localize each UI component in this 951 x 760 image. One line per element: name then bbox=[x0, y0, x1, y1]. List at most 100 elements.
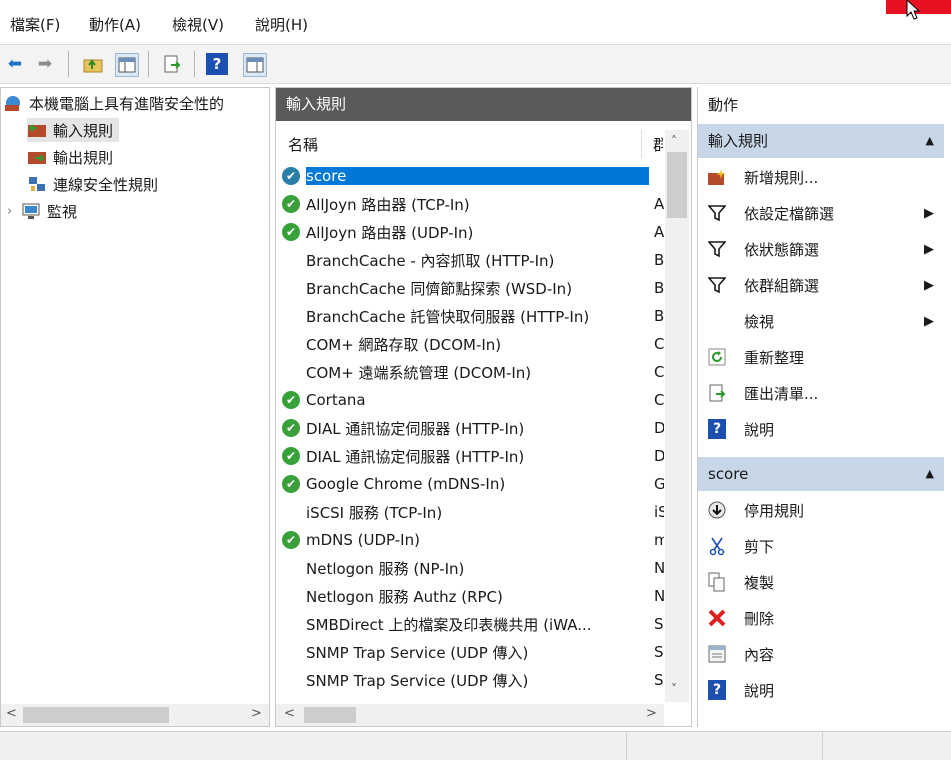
tree-item-inbound-rules[interactable]: 輸入規則 bbox=[27, 118, 120, 142]
table-row[interactable]: BranchCache 同儕節點探索 (WSD-In) B bbox=[282, 274, 664, 302]
back-icon[interactable]: ⬅ bbox=[4, 53, 26, 75]
rule-group: N bbox=[654, 587, 664, 605]
table-row[interactable]: ✔ score bbox=[282, 162, 664, 190]
rule-status-blank bbox=[282, 307, 300, 325]
show-console-tree-icon[interactable] bbox=[115, 53, 139, 77]
scroll-left-icon[interactable]: < bbox=[284, 706, 295, 721]
rule-group: A bbox=[654, 195, 664, 213]
toolbar-separator bbox=[68, 51, 69, 77]
table-row[interactable]: BranchCache - 內容抓取 (HTTP-In) B bbox=[282, 246, 664, 274]
action-item[interactable]: 依狀態篩選 ▶ bbox=[698, 231, 944, 267]
table-row[interactable]: ✔ Google Chrome (mDNS-In) G bbox=[282, 470, 664, 498]
table-row[interactable]: SNMP Trap Service (UDP 傳入) S bbox=[282, 638, 664, 666]
rule-group: C bbox=[654, 335, 664, 353]
menu-help[interactable]: 說明(H) bbox=[255, 14, 308, 35]
action-item[interactable]: 重新整理 bbox=[698, 339, 944, 375]
tree-item-outbound-rules[interactable]: 輸出規則 bbox=[27, 145, 113, 169]
table-row[interactable]: SMBDirect 上的檔案及印表機共用 (iWA... S bbox=[282, 610, 664, 638]
column-header[interactable]: 名稱 群 bbox=[276, 130, 664, 158]
actions-section-score[interactable]: score ▲ bbox=[698, 457, 944, 491]
scroll-down-icon[interactable]: ˅ bbox=[671, 682, 677, 696]
table-row[interactable]: COM+ 遠端系統管理 (DCOM-In) C bbox=[282, 358, 664, 386]
rule-status-blank bbox=[282, 643, 300, 661]
action-label: 依狀態篩選 bbox=[744, 240, 820, 259]
column-divider bbox=[641, 130, 642, 158]
action-item[interactable]: 新增規則... bbox=[698, 159, 944, 195]
table-row[interactable]: ✔ AllJoyn 路由器 (UDP-In) A bbox=[282, 218, 664, 246]
scroll-right-icon[interactable]: > bbox=[646, 706, 657, 721]
cut-icon bbox=[706, 535, 728, 557]
action-item[interactable]: 刪除 bbox=[698, 600, 944, 636]
scroll-right-icon[interactable]: > bbox=[251, 706, 262, 721]
enabled-check-icon: ✔ bbox=[282, 475, 300, 493]
tree-item-monitoring[interactable]: › 監視 bbox=[7, 199, 77, 223]
rule-status-blank bbox=[282, 279, 300, 297]
table-row[interactable]: Netlogon 服務 (NP-In) N bbox=[282, 554, 664, 582]
menu-action[interactable]: 動作(A) bbox=[89, 14, 141, 35]
table-row[interactable]: ✔ DIAL 通訊協定伺服器 (HTTP-In) D bbox=[282, 414, 664, 442]
rule-status-blank bbox=[282, 363, 300, 381]
tree-item-connection-security[interactable]: 連線安全性規則 bbox=[27, 172, 158, 196]
table-row[interactable]: SNMP Trap Service (UDP 傳入) S bbox=[282, 666, 664, 694]
actions-section-inbound[interactable]: 輸入規則 ▲ bbox=[698, 124, 944, 158]
forward-icon[interactable]: ➡ bbox=[34, 53, 56, 75]
table-row[interactable]: ✔ mDNS (UDP-In) m bbox=[282, 526, 664, 554]
tree-horizontal-scrollbar[interactable]: < > bbox=[1, 704, 269, 726]
scroll-thumb[interactable] bbox=[23, 707, 169, 723]
action-item[interactable]: 檢視 ▶ bbox=[698, 303, 944, 339]
scroll-thumb[interactable] bbox=[304, 707, 356, 723]
rule-name: Google Chrome (mDNS-In) bbox=[306, 475, 506, 493]
enabled-check-icon: ✔ bbox=[282, 419, 300, 437]
expand-chevron-icon[interactable]: › bbox=[7, 204, 21, 219]
rule-name: iSCSI 服務 (TCP-In) bbox=[306, 503, 443, 522]
rules-list-pane: 輸入規則 名稱 群 ✔ score ✔ AllJoyn 路由器 (TCP-In) A ✔ A… bbox=[275, 87, 692, 727]
up-folder-icon[interactable] bbox=[82, 53, 104, 75]
table-row[interactable]: Netlogon 服務 Authz (RPC) N bbox=[282, 582, 664, 610]
export-icon bbox=[706, 382, 728, 404]
export-list-icon[interactable] bbox=[161, 53, 183, 75]
scroll-up-icon[interactable]: ˄ bbox=[671, 134, 677, 148]
table-row[interactable]: ✔ AllJoyn 路由器 (TCP-In) A bbox=[282, 190, 664, 218]
collapse-icon[interactable]: ▲ bbox=[926, 124, 934, 158]
table-row[interactable]: ✔ DIAL 通訊協定伺服器 (HTTP-In) D bbox=[282, 442, 664, 470]
actions-title: 動作 bbox=[708, 96, 739, 114]
help-icon: ? bbox=[706, 679, 728, 701]
action-item[interactable]: ? 說明 bbox=[698, 411, 944, 447]
menu-view[interactable]: 檢視(V) bbox=[172, 14, 224, 35]
status-divider bbox=[822, 732, 823, 760]
tree-item-label: 輸入規則 bbox=[53, 121, 114, 140]
scroll-left-icon[interactable]: < bbox=[6, 706, 17, 721]
column-group[interactable]: 群 bbox=[653, 134, 663, 155]
action-item[interactable]: 剪下 bbox=[698, 528, 944, 564]
action-label: 停用規則 bbox=[744, 501, 805, 520]
filter-icon bbox=[706, 202, 728, 224]
tree-item-label: 輸出規則 bbox=[53, 148, 114, 167]
table-row[interactable]: ✔ Cortana C bbox=[282, 386, 664, 414]
action-item[interactable]: 複製 bbox=[698, 564, 944, 600]
help-icon[interactable]: ? bbox=[206, 53, 228, 75]
action-item[interactable]: 內容 bbox=[698, 636, 944, 672]
action-item[interactable]: 匯出清單... bbox=[698, 375, 944, 411]
collapse-icon[interactable]: ▲ bbox=[926, 457, 934, 491]
column-name[interactable]: 名稱 bbox=[288, 134, 318, 155]
tree-root[interactable]: 本機電腦上具有進階安全性的 bbox=[3, 91, 224, 115]
filter-icon bbox=[706, 238, 728, 260]
action-item[interactable]: ? 說明 bbox=[698, 672, 944, 708]
rule-group: B bbox=[654, 279, 664, 297]
list-horizontal-scrollbar[interactable]: < > bbox=[276, 704, 664, 726]
action-item[interactable]: 依群組篩選 ▶ bbox=[698, 267, 944, 303]
menu-file[interactable]: 檔案(F) bbox=[10, 14, 60, 35]
rule-name: BranchCache 託管快取伺服器 (HTTP-In) bbox=[306, 307, 590, 326]
table-row[interactable]: iSCSI 服務 (TCP-In) iS bbox=[282, 498, 664, 526]
enabled-check-icon: ✔ bbox=[282, 447, 300, 465]
rule-group: iS bbox=[654, 503, 664, 521]
vertical-scroll-thumb[interactable] bbox=[667, 152, 687, 218]
table-row[interactable]: COM+ 網路存取 (DCOM-In) C bbox=[282, 330, 664, 358]
rule-group: B bbox=[654, 251, 664, 269]
actions-pane: 動作 輸入規則 ▲ 新增規則... 依設定檔篩選 ▶ 依狀態篩選 ▶ 依群組篩選 ▶ 檢視 ▶ 重… bbox=[697, 87, 951, 727]
rule-name: Netlogon 服務 Authz (RPC) bbox=[306, 587, 503, 606]
action-item[interactable]: 依設定檔篩選 ▶ bbox=[698, 195, 944, 231]
table-row[interactable]: BranchCache 託管快取伺服器 (HTTP-In) B bbox=[282, 302, 664, 330]
action-item[interactable]: 停用規則 bbox=[698, 492, 944, 528]
show-action-pane-icon[interactable] bbox=[243, 53, 267, 77]
